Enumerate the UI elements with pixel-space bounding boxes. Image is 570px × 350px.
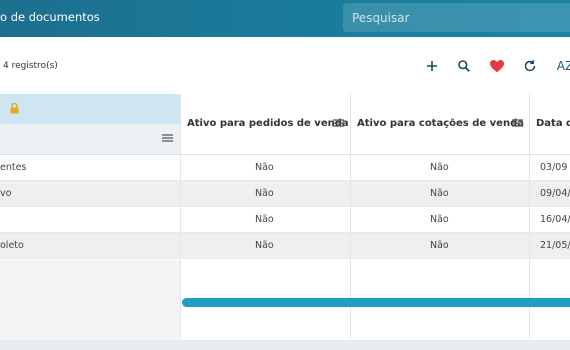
- search-icon: [458, 60, 470, 72]
- horizontal-scrollbar[interactable]: [182, 298, 570, 307]
- cell-data: 09/04/: [540, 188, 570, 199]
- app-header: o de documentos: [0, 0, 570, 37]
- cell-pedidos: Não: [255, 162, 274, 173]
- favorite-button[interactable]: [487, 56, 507, 76]
- sort-az-icon: AZ: [556, 59, 570, 73]
- column-divider: [180, 94, 181, 339]
- cell-data: 03/09: [540, 162, 568, 173]
- search-box[interactable]: [343, 3, 570, 32]
- sort-button[interactable]: AZ: [554, 56, 570, 76]
- column-header-label: Ativo para pedidos de venda: [187, 118, 349, 129]
- record-count: 4 registro(s): [3, 61, 58, 71]
- cell-data: 16/04/: [540, 214, 570, 225]
- refresh-icon: [524, 60, 536, 72]
- cell-cotacoes: Não: [430, 188, 449, 199]
- search-input[interactable]: [343, 3, 570, 32]
- cell-cotacoes: Não: [430, 240, 449, 251]
- lock-icon: [10, 103, 19, 114]
- table-row[interactable]: entes Não Não 03/09: [0, 155, 570, 181]
- cell-name: oleto: [0, 240, 24, 251]
- plus-icon: [427, 61, 437, 71]
- column-header-label: Data d: [536, 118, 570, 129]
- search-button[interactable]: [454, 56, 474, 76]
- cell-pedidos: Não: [255, 240, 274, 251]
- column-menu-icon[interactable]: [333, 119, 344, 127]
- page-title: o de documentos: [0, 10, 100, 24]
- frozen-column-header: [0, 94, 180, 155]
- data-grid: Ativo para pedidos de venda Ativo para c…: [0, 94, 570, 350]
- refresh-button[interactable]: [520, 56, 540, 76]
- table-row[interactable]: Não Não 16/04/: [0, 207, 570, 233]
- table-row[interactable]: vo Não Não 09/04/: [0, 181, 570, 207]
- column-header-data[interactable]: Data d: [529, 94, 570, 155]
- add-button[interactable]: [422, 56, 442, 76]
- column-header-cotacoes[interactable]: Ativo para cotações de venda: [350, 94, 529, 155]
- cell-pedidos: Não: [255, 188, 274, 199]
- grid-footer: [0, 340, 570, 350]
- heart-icon: [490, 60, 504, 73]
- table-row[interactable]: oleto Não Não 21/05/: [0, 233, 570, 259]
- column-header-label: Ativo para cotações de venda: [357, 118, 524, 129]
- column-header-pedidos[interactable]: Ativo para pedidos de venda: [180, 94, 350, 155]
- cell-data: 21/05/: [540, 240, 570, 251]
- cell-pedidos: Não: [255, 214, 274, 225]
- cell-cotacoes: Não: [430, 214, 449, 225]
- frozen-header-band: [0, 94, 180, 124]
- grid-toolbar: 4 registro(s) AZ: [0, 37, 570, 94]
- frozen-empty-area: [0, 260, 180, 350]
- column-menu-icon[interactable]: [162, 134, 173, 142]
- column-menu-icon[interactable]: [512, 119, 523, 127]
- cell-cotacoes: Não: [430, 162, 449, 173]
- cell-name: entes: [0, 162, 27, 173]
- cell-name: vo: [0, 188, 12, 199]
